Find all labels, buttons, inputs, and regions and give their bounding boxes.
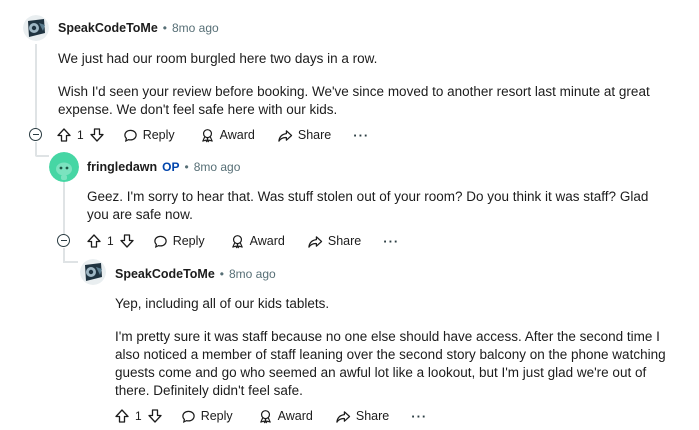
comment-body: We just had our room burgled here two da… [58, 50, 678, 119]
thread-line [35, 44, 37, 128]
thread-line [63, 248, 65, 262]
reply-button[interactable]: Reply [123, 128, 175, 143]
timestamp[interactable]: 8mo ago [229, 267, 276, 281]
comment-paragraph: I'm pretty sure it was staff because no … [115, 329, 666, 398]
separator: • [184, 160, 189, 174]
comment-actions: 1 Reply Award Share ··· [56, 125, 369, 145]
op-badge: OP [162, 160, 180, 174]
comment-body: Geez. I'm sorry to hear that. Was stuff … [87, 188, 672, 224]
reply-label: Reply [142, 128, 175, 142]
comment-actions: 1 Reply Award Share ··· [86, 231, 399, 251]
vote-group: 1 [86, 233, 135, 249]
comment-header: SpeakCodeToMe • 8mo ago [115, 267, 276, 281]
author-name[interactable]: SpeakCodeToMe [115, 267, 215, 281]
award-icon [201, 128, 213, 142]
thread-connector [63, 261, 78, 263]
comment-paragraph: Wish I'd seen your review before booking… [58, 84, 650, 117]
separator: • [162, 21, 167, 35]
comment-paragraph: Geez. I'm sorry to hear that. Was stuff … [87, 189, 649, 222]
timestamp[interactable]: 8mo ago [172, 21, 219, 35]
snoo-avatar-icon [23, 15, 49, 41]
reply-icon [153, 235, 167, 248]
share-button[interactable]: Share [307, 234, 361, 249]
share-button[interactable]: Share [277, 128, 331, 143]
vote-count: 1 [77, 128, 84, 142]
share-icon [336, 410, 351, 423]
reply-icon [123, 129, 137, 142]
downvote-icon[interactable] [89, 127, 105, 143]
snoo-avatar-icon [49, 152, 79, 182]
award-label: Award [277, 409, 313, 423]
award-icon [259, 409, 271, 423]
share-label: Share [327, 234, 362, 248]
avatar[interactable] [23, 15, 49, 41]
share-label: Share [355, 409, 390, 423]
more-options-button[interactable]: ··· [353, 128, 369, 143]
vote-group: 1 [56, 127, 105, 143]
thread-connector [35, 155, 49, 157]
award-button[interactable]: Award [200, 128, 255, 143]
avatar[interactable] [49, 152, 79, 182]
upvote-icon[interactable] [86, 233, 102, 249]
award-button[interactable]: Award [258, 409, 313, 424]
reply-label: Reply [200, 409, 233, 423]
vote-count: 1 [107, 234, 114, 248]
share-label: Share [297, 128, 332, 142]
downvote-icon[interactable] [119, 233, 135, 249]
comment-actions: 1 Reply Award Share ··· [114, 406, 427, 426]
comment-paragraph: We just had our room burgled here two da… [58, 51, 378, 66]
more-options-button[interactable]: ··· [411, 409, 427, 424]
collapse-thread-icon[interactable] [29, 128, 42, 141]
downvote-icon[interactable] [147, 408, 163, 424]
share-button[interactable]: Share [335, 409, 389, 424]
award-label: Award [219, 128, 255, 142]
reply-button[interactable]: Reply [153, 234, 205, 249]
upvote-icon[interactable] [56, 127, 72, 143]
author-name[interactable]: fringledawn [87, 160, 157, 174]
share-icon [308, 235, 323, 248]
vote-group: 1 [114, 408, 163, 424]
upvote-icon[interactable] [114, 408, 130, 424]
vote-count: 1 [135, 409, 142, 423]
separator: • [219, 267, 224, 281]
reply-button[interactable]: Reply [181, 409, 233, 424]
author-name[interactable]: SpeakCodeToMe [58, 21, 158, 35]
timestamp[interactable]: 8mo ago [194, 160, 241, 174]
snoo-avatar-icon [80, 259, 106, 285]
comment-paragraph: Yep, including all of our kids tablets. [115, 296, 330, 311]
award-button[interactable]: Award [230, 234, 285, 249]
comment-header: SpeakCodeToMe • 8mo ago [58, 21, 219, 35]
comment-header: fringledawn OP • 8mo ago [87, 160, 240, 174]
award-label: Award [249, 234, 285, 248]
reply-label: Reply [172, 234, 205, 248]
award-icon [231, 234, 243, 248]
avatar[interactable] [80, 259, 106, 285]
share-icon [278, 129, 293, 142]
collapse-thread-icon[interactable] [57, 234, 70, 247]
thread-line [35, 142, 37, 156]
more-options-button[interactable]: ··· [383, 234, 399, 249]
comment-body: Yep, including all of our kids tablets. … [115, 295, 675, 400]
reply-icon [181, 410, 195, 423]
thread-line [63, 182, 65, 234]
